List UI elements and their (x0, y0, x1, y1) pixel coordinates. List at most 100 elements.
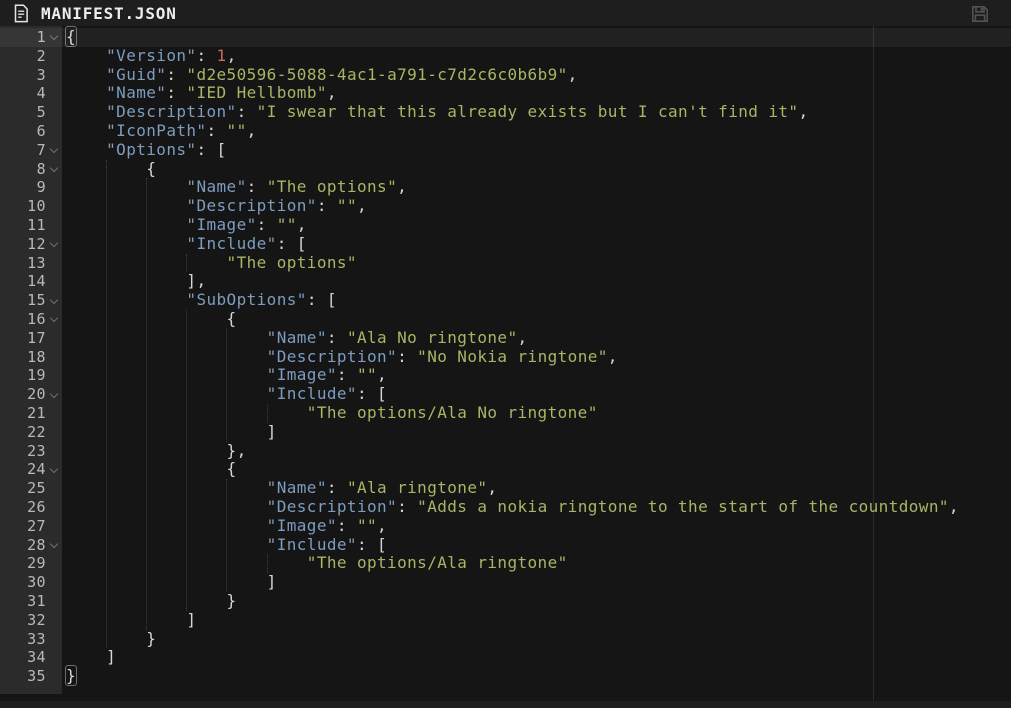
fold-arrow[interactable] (46, 28, 62, 47)
line-number: 27 (0, 517, 46, 536)
fold-slot (46, 272, 62, 291)
editor-pane[interactable]: 1234567891011121314151617181920212223242… (0, 26, 1011, 701)
code-line[interactable]: }, (62, 442, 1011, 461)
line-number: 6 (0, 122, 46, 141)
fold-slot (46, 103, 62, 122)
code-line[interactable]: "The options/Ala No ringtone" (62, 404, 1011, 423)
fold-slot (46, 423, 62, 442)
line-number: 1 (0, 28, 46, 47)
bottom-edge (0, 701, 1011, 708)
code-line[interactable]: ] (62, 423, 1011, 442)
fold-slot (46, 197, 62, 216)
chevron-down-icon (50, 239, 58, 247)
fold-slot (46, 479, 62, 498)
code-area[interactable]: { "Version": 1, "Guid": "d2e50596-5088-4… (62, 28, 1011, 686)
fold-slot (46, 216, 62, 235)
code-line[interactable]: { (62, 160, 1011, 179)
code-line[interactable]: ] (62, 611, 1011, 630)
code-line[interactable]: } (62, 667, 1011, 686)
line-number: 11 (0, 216, 46, 235)
save-icon (970, 4, 990, 24)
code-line[interactable]: } (62, 630, 1011, 649)
line-number: 30 (0, 573, 46, 592)
code-line[interactable]: "Guid": "d2e50596-5088-4ac1-a791-c7d2c6c… (62, 66, 1011, 85)
code-line[interactable]: } (62, 592, 1011, 611)
chevron-down-icon (50, 389, 58, 397)
file-icon (13, 4, 29, 23)
code-line[interactable]: "Image": "", (62, 366, 1011, 385)
line-number: 16 (0, 310, 46, 329)
code-line[interactable]: "Name": "The options", (62, 178, 1011, 197)
code-line[interactable]: "Description": "Adds a nokia ringtone to… (62, 498, 1011, 517)
code-line[interactable]: "Version": 1, (62, 47, 1011, 66)
fold-slot (46, 84, 62, 103)
line-number: 2 (0, 47, 46, 66)
code-line[interactable]: ], (62, 272, 1011, 291)
fold-slot (46, 517, 62, 536)
fold-arrow[interactable] (46, 160, 62, 179)
fold-slot (46, 47, 62, 66)
code-line[interactable]: "Include": [ (62, 235, 1011, 254)
file-title: MANIFEST.JSON (41, 4, 177, 23)
chevron-down-icon (50, 540, 58, 548)
line-number: 29 (0, 554, 46, 573)
code-line[interactable]: "Include": [ (62, 385, 1011, 404)
line-number: 19 (0, 366, 46, 385)
code-line[interactable]: { (62, 310, 1011, 329)
line-number: 23 (0, 442, 46, 461)
code-line[interactable]: "Description": "", (62, 197, 1011, 216)
fold-arrow[interactable] (46, 291, 62, 310)
chevron-down-icon (50, 295, 58, 303)
code-line[interactable]: "SubOptions": [ (62, 291, 1011, 310)
line-number: 13 (0, 254, 46, 273)
code-line[interactable]: "Image": "", (62, 517, 1011, 536)
chevron-down-icon (50, 464, 58, 472)
fold-slot (46, 348, 62, 367)
fold-arrow[interactable] (46, 310, 62, 329)
fold-arrow[interactable] (46, 460, 62, 479)
line-number: 25 (0, 479, 46, 498)
line-number: 15 (0, 291, 46, 310)
code-line[interactable]: "Description": "No Nokia ringtone", (62, 348, 1011, 367)
line-number: 4 (0, 84, 46, 103)
line-number: 7 (0, 141, 46, 160)
fold-arrow[interactable] (46, 385, 62, 404)
code-line[interactable]: "Image": "", (62, 216, 1011, 235)
fold-slot (46, 630, 62, 649)
code-line[interactable]: ] (62, 573, 1011, 592)
fold-slot (46, 611, 62, 630)
gutter: 1234567891011121314151617181920212223242… (0, 26, 62, 694)
code-line[interactable]: { (62, 28, 1011, 47)
fold-slot (46, 648, 62, 667)
code-line[interactable]: "The options" (62, 254, 1011, 273)
line-number: 26 (0, 498, 46, 517)
code-line[interactable]: "The options/Ala ringtone" (62, 554, 1011, 573)
line-number: 21 (0, 404, 46, 423)
line-number: 8 (0, 160, 46, 179)
fold-arrow[interactable] (46, 235, 62, 254)
code-line[interactable]: "Name": "IED Hellbomb", (62, 84, 1011, 103)
code-line[interactable]: "Description": "I swear that this alread… (62, 103, 1011, 122)
code-line[interactable]: "Name": "Ala No ringtone", (62, 329, 1011, 348)
chevron-down-icon (50, 164, 58, 172)
line-number: 17 (0, 329, 46, 348)
code-line[interactable]: { (62, 460, 1011, 479)
line-number: 10 (0, 197, 46, 216)
line-number: 32 (0, 611, 46, 630)
header: MANIFEST.JSON (0, 0, 1011, 26)
code-line[interactable]: ] (62, 648, 1011, 667)
fold-slot (46, 329, 62, 348)
code-line[interactable]: "Include": [ (62, 536, 1011, 555)
fold-arrow[interactable] (46, 141, 62, 160)
fold-slot (46, 667, 62, 686)
line-number: 14 (0, 272, 46, 291)
code-line[interactable]: "Options": [ (62, 141, 1011, 160)
code-line[interactable]: "IconPath": "", (62, 122, 1011, 141)
fold-slot (46, 573, 62, 592)
fold-arrow[interactable] (46, 536, 62, 555)
save-button[interactable] (969, 3, 991, 25)
line-number: 22 (0, 423, 46, 442)
line-number: 24 (0, 460, 46, 479)
fold-slot (46, 592, 62, 611)
code-line[interactable]: "Name": "Ala ringtone", (62, 479, 1011, 498)
